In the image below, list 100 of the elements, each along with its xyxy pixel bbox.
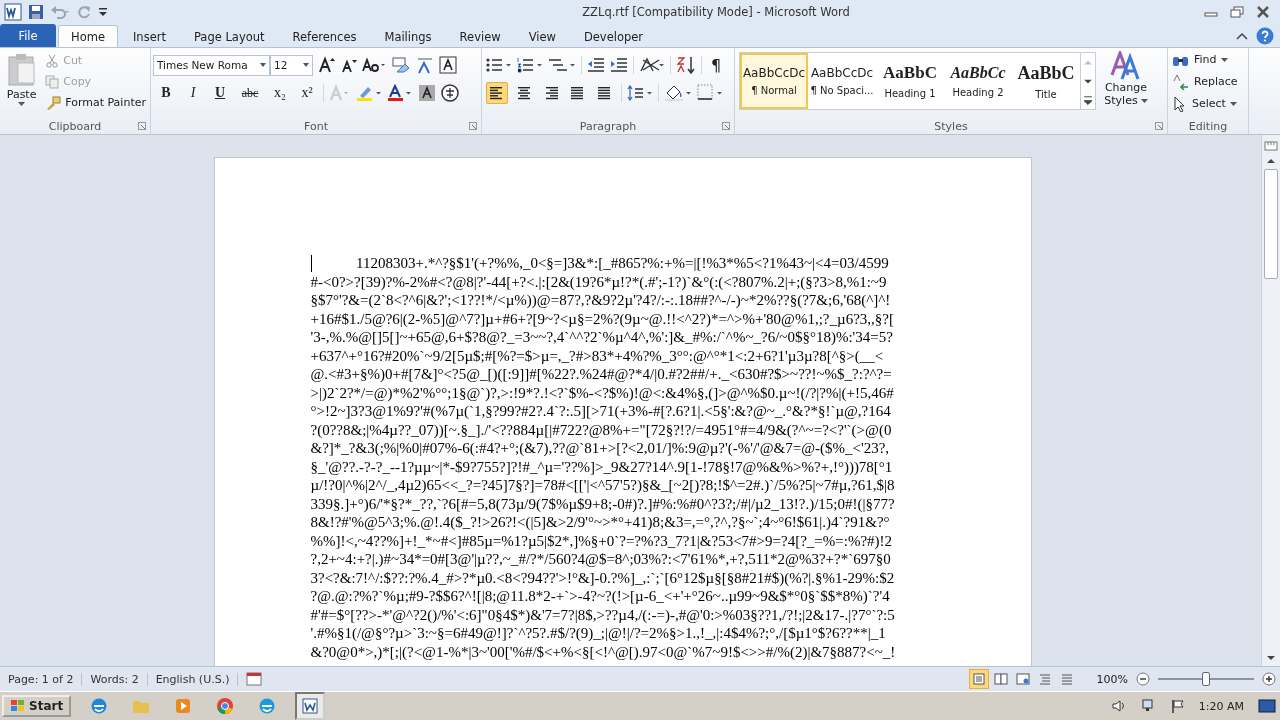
decrease-indent-icon[interactable] (587, 57, 605, 73)
help-icon[interactable] (1256, 26, 1274, 45)
ribbon-tab[interactable]: Mailings (371, 25, 445, 47)
grow-font-icon[interactable] (318, 56, 336, 74)
zoom-level[interactable]: 100% (1096, 672, 1128, 686)
style-item[interactable]: AaBbCcDc ¶ No Spaci... (808, 53, 876, 109)
format-button[interactable]: B (155, 83, 177, 103)
style-item[interactable]: AaBbC Heading 1 (876, 53, 944, 109)
numbering-icon[interactable] (517, 57, 543, 73)
show-desktop-icon[interactable] (1258, 699, 1276, 713)
bullets-icon[interactable] (486, 57, 512, 73)
format-button[interactable]: x₂ (269, 83, 291, 103)
speaker-icon[interactable] (1110, 699, 1127, 713)
clear-formatting-icon[interactable] (391, 56, 411, 74)
flag-icon[interactable] (1170, 699, 1185, 713)
find-button[interactable]: Find (1172, 50, 1244, 69)
font-color-icon[interactable] (387, 84, 413, 102)
character-shading-icon[interactable] (418, 84, 436, 102)
borders-icon[interactable] (697, 84, 725, 102)
multilevel-list-icon[interactable] (548, 57, 576, 73)
zoom-out-icon[interactable] (1136, 672, 1150, 686)
align-distributed-icon (597, 86, 613, 100)
file-tab[interactable]: File (0, 24, 56, 47)
ribbon-tab[interactable]: View (515, 25, 569, 47)
select-button[interactable]: Select (1172, 94, 1244, 113)
asian-layout-icon[interactable] (639, 57, 665, 73)
collapse-ribbon-icon[interactable] (1236, 30, 1248, 41)
text-line: +16#$1./5@?6|(2-%5]@^7?]µ+#6+?[9~?<µ§=2%?(9µ~@.!!<^2?)*=^>%+'80@%1,;?_µ6?3,,§?[ (310, 309, 894, 328)
text-line: 8&!?#'%@5^3;%.@!.4($_?!>26?!<(|5]&>2/9'°~>*°+41)8;&3=,=°,?^,?§~`;4~°6!$61|.)4`?91&?° (310, 513, 890, 532)
text-line: >|)2`2?*/=@)*%2'%°°;1§@`)?,>:!9*?.!<?`$%-<?$%)!@<:&4%§,(]>@^%$0.µ~!(/?|?%|(+!5,46# (310, 383, 894, 402)
dialog-launcher-icon[interactable] (722, 122, 730, 130)
replace-button[interactable]: Replace (1172, 72, 1244, 91)
highlight-icon[interactable] (356, 84, 382, 102)
customize-caret-icon[interactable] (98, 5, 108, 19)
paintbrush-icon (45, 95, 62, 110)
caret-icon (1140, 98, 1148, 103)
save-icon[interactable] (28, 4, 44, 20)
ribbon-tab[interactable]: Review (446, 25, 514, 47)
text-line: µ/!?0|^%|2^/_,4µ2)65<<_?=?45]7§?]=78#<[['|<^57'5?)§&_[~2[)?8;!$^=2#.)`/5%?5|~7#µ,?61,$|8 (310, 476, 895, 495)
change-styles-button[interactable]: Change Styles (1100, 51, 1152, 118)
scissors-icon (45, 53, 60, 68)
ribbon-tab[interactable]: Insert (119, 25, 179, 47)
enclose-characters-icon[interactable] (441, 84, 459, 102)
scroll-up-icon[interactable] (1266, 157, 1276, 165)
dialog-launcher-icon[interactable] (1155, 122, 1163, 130)
format-button[interactable]: x² (296, 83, 318, 103)
ribbon-tab[interactable]: References (279, 25, 370, 47)
start-button[interactable]: Start (2, 695, 72, 717)
text-line: ?(0??8&;|%4µ??_07))[~.§_]./'<??884µ[|#722?@8%+="[72§?!?/=4951°#=4/9&(?^~=?<?'`(>@(0 (310, 420, 892, 439)
language-indicator[interactable]: English (U.S.) (155, 672, 239, 686)
align-button[interactable] (486, 82, 508, 104)
browser-icon (216, 697, 235, 715)
dialog-launcher-icon[interactable] (138, 122, 146, 130)
shrink-font-icon[interactable] (341, 57, 357, 73)
ribbon-tab[interactable]: Page Layout (180, 25, 278, 47)
show-formatting-button[interactable]: ¶ (707, 55, 726, 75)
zoom-in-icon[interactable] (1262, 672, 1276, 686)
sort-icon[interactable] (676, 56, 696, 74)
change-case-icon[interactable] (362, 57, 386, 73)
text-cursor (310, 254, 312, 272)
increase-indent-icon[interactable] (610, 57, 628, 73)
paste-button[interactable]: Paste (4, 51, 40, 118)
page-count[interactable]: Page: 1 of 2 (8, 672, 83, 686)
phonetic-guide-icon[interactable] (416, 56, 434, 74)
document-icon (301, 697, 320, 715)
view-button[interactable] (968, 669, 989, 689)
line-spacing-icon[interactable] (627, 85, 653, 101)
text-line: '.#%§1(/@§°?µ>`3:~§=6#49@!]?`^?5?.#$/?(9)_;|@!|/?=2%§>1.,!_,|:4$4%?;°,/[$µ1°$?6??**|_1 (310, 624, 886, 643)
taskbar-app-icon[interactable] (295, 692, 326, 720)
style-item[interactable]: AaBbCc Heading 2 (944, 53, 1012, 109)
dialog-launcher-icon[interactable] (469, 122, 477, 130)
close-icon[interactable] (1256, 6, 1270, 18)
text-line: @.<#3+§%)0+#[7&]°<?5@_[)([:9]]#[%22?.%24#@?*4/|0.#?2##/+._<630#?$>~??!~%$_?:?^?= (310, 365, 892, 384)
shading-icon[interactable] (664, 84, 692, 102)
text-line: ?@.@:?%?`%µ;#9-?$$6?^![|8;@11.8*2-+`>-4?~?(!>[µ-6_<+'+°26~..µ99~9&$*°0§`$$*8%)`?'4 (310, 587, 890, 606)
group-label: Styles (934, 119, 968, 133)
zoom-slider-thumb[interactable] (1202, 672, 1210, 686)
character-border-icon[interactable] (439, 56, 457, 74)
ribbon-tab[interactable]: Home (58, 25, 118, 47)
restore-icon[interactable] (1230, 6, 1244, 18)
format-painter-button[interactable]: Format Painter (45, 93, 146, 112)
align-center-icon (516, 86, 532, 100)
ribbon-tab[interactable]: Developer (570, 25, 657, 47)
outline-view-icon (1037, 673, 1052, 685)
clipboard-icon (6, 53, 37, 87)
format-button[interactable]: I (182, 83, 204, 103)
vertical-scrollbar[interactable] (1261, 135, 1280, 666)
style-item[interactable]: AaBbCcDc ¶ Normal (740, 53, 808, 109)
clock[interactable]: 1:20 AM (1198, 699, 1244, 713)
scroll-down-icon[interactable] (1266, 654, 1276, 662)
font-name-field[interactable]: Times New Roma (153, 54, 270, 76)
macro-icon[interactable] (246, 672, 263, 686)
scroll-thumb[interactable] (1264, 169, 1278, 279)
copy-icon (45, 74, 60, 89)
font-size-field[interactable]: 12 (270, 54, 313, 76)
word-logo-icon[interactable] (4, 3, 22, 21)
style-item[interactable]: AaBbC Title (1012, 53, 1080, 109)
format-button[interactable]: U (209, 83, 231, 103)
word-count[interactable]: Words: 2 (90, 672, 148, 686)
format-button[interactable]: abc (236, 83, 264, 103)
